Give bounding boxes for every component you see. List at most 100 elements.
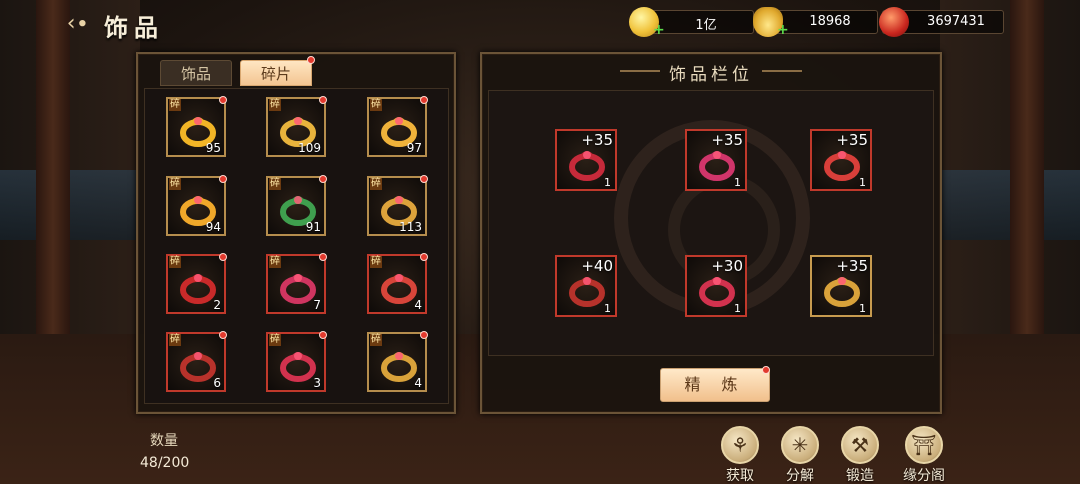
decompose-icon: ✳	[781, 426, 819, 464]
fragment-badge: 碎	[370, 334, 382, 346]
fragment-count: 4	[414, 376, 422, 390]
notification-dot	[420, 175, 428, 183]
fragment-item[interactable]: 碎 97	[367, 96, 428, 157]
fragment-item[interactable]: 碎7	[266, 253, 327, 314]
page-title: 饰品	[104, 14, 164, 42]
slot-level: 1	[734, 176, 741, 189]
fragment-count: 3	[313, 376, 321, 390]
slot-level: 1	[734, 302, 741, 315]
pavilion-label: 缘分阁	[903, 468, 945, 484]
fragment-badge: 碎	[169, 178, 181, 190]
notification-dot	[219, 331, 227, 339]
decompose-button[interactable]: ✳ 分解	[774, 426, 826, 484]
fragment-badge: 碎	[269, 256, 281, 268]
title-ornament-right	[762, 70, 802, 72]
tab-fragments[interactable]: 碎片	[240, 60, 312, 86]
obtain-button[interactable]: ⚘ 获取	[714, 426, 766, 484]
fragment-item[interactable]: 碎 113	[367, 175, 428, 236]
forge-label: 锻造	[846, 468, 874, 484]
ingot-value: 18968	[809, 14, 851, 29]
notification-dot	[319, 253, 327, 261]
fragment-badge: 碎	[370, 256, 382, 268]
fragment-badge: 碎	[169, 256, 181, 268]
fragment-count: 97	[406, 141, 422, 155]
notification-dot	[219, 96, 227, 104]
enhance-level: +30	[711, 257, 743, 275]
pavilion-button[interactable]: ⛩ 缘分阁	[894, 426, 954, 484]
decompose-label: 分解	[786, 468, 814, 484]
enhance-level: +35	[836, 257, 868, 275]
pavilion-icon: ⛩	[905, 426, 943, 464]
slot-level: 1	[604, 302, 611, 315]
fragment-count: 113	[399, 220, 422, 234]
accessory-slot[interactable]: +35 1	[555, 129, 617, 191]
refine-button[interactable]: 精 炼	[660, 368, 770, 402]
fragment-item[interactable]: 碎4	[367, 253, 428, 314]
fragment-count: 91	[305, 220, 321, 234]
gold-coin-value: 1亿	[695, 18, 717, 33]
fragment-count: 95	[205, 141, 221, 155]
notification-dot	[319, 96, 327, 104]
fragment-count: 109	[298, 141, 321, 155]
fragment-badge: 碎	[269, 334, 281, 346]
fragment-item[interactable]: 碎 94	[166, 175, 227, 236]
accessory-slot[interactable]: +40 1	[555, 255, 617, 317]
enhance-level: +35	[711, 131, 743, 149]
resource-silver-ingot: + 18968	[753, 7, 878, 38]
fragment-count: 4	[414, 298, 422, 312]
notification-dot	[420, 253, 428, 261]
red-token-value: 3697431	[927, 14, 985, 29]
fragment-badge: 碎	[269, 99, 281, 111]
forge-hammer-icon: ⚒	[841, 426, 879, 464]
fragment-badge: 碎	[370, 99, 382, 111]
notification-dot	[420, 96, 428, 104]
tab-accessories[interactable]: 饰品	[160, 60, 232, 86]
accessory-slot[interactable]: +35 1	[685, 129, 747, 191]
fragment-count: 94	[205, 220, 221, 234]
accessory-slot[interactable]: +35 1	[810, 255, 872, 317]
add-gold-icon[interactable]: +	[653, 22, 665, 38]
enhance-level: +35	[836, 131, 868, 149]
fragment-item[interactable]: 碎 95	[166, 96, 227, 157]
quantity-value: 48/200	[140, 455, 190, 471]
back-arrow-icon[interactable]: ‹∙	[64, 10, 92, 38]
quantity-label: 数量	[150, 433, 178, 449]
slot-level: 1	[859, 176, 866, 189]
fragment-badge: 碎	[370, 178, 382, 190]
fragment-item[interactable]: 碎 109	[266, 96, 327, 157]
accessory-slot[interactable]: +30 1	[685, 255, 747, 317]
fragment-badge: 碎	[169, 334, 181, 346]
enhance-level: +35	[581, 131, 613, 149]
slot-level: 1	[604, 176, 611, 189]
fragment-count: 2	[213, 298, 221, 312]
fragment-count: 6	[213, 376, 221, 390]
forge-button[interactable]: ⚒ 锻造	[834, 426, 886, 484]
background-sea-left	[0, 170, 140, 240]
notification-dot	[319, 175, 327, 183]
fragment-item[interactable]: 碎 91	[266, 175, 327, 236]
notification-dot	[307, 56, 315, 64]
fragment-item[interactable]: 碎3	[266, 331, 327, 392]
notification-dot	[319, 331, 327, 339]
fragment-badge: 碎	[269, 178, 281, 190]
resource-gold-coin: + 1亿	[629, 7, 754, 38]
fragment-item[interactable]: 碎2	[166, 253, 227, 314]
add-ingot-icon[interactable]: +	[777, 22, 789, 38]
fragment-badge: 碎	[169, 99, 181, 111]
red-token-icon	[879, 7, 909, 37]
slots-title: 饰品栏位	[669, 65, 753, 85]
notification-dot	[219, 253, 227, 261]
notification-dot	[219, 175, 227, 183]
enhance-level: +40	[581, 257, 613, 275]
slot-level: 1	[859, 302, 866, 315]
obtain-icon: ⚘	[721, 426, 759, 464]
notification-dot	[420, 331, 428, 339]
fragment-item[interactable]: 碎6	[166, 331, 227, 392]
refine-notification-dot	[762, 366, 770, 374]
fragment-item[interactable]: 碎4	[367, 331, 428, 392]
accessory-slot[interactable]: +35 1	[810, 129, 872, 191]
slots-header: 饰品栏位	[480, 52, 942, 88]
resource-red-token: 3697431	[879, 7, 1004, 37]
obtain-label: 获取	[726, 468, 754, 484]
fragment-count: 7	[313, 298, 321, 312]
